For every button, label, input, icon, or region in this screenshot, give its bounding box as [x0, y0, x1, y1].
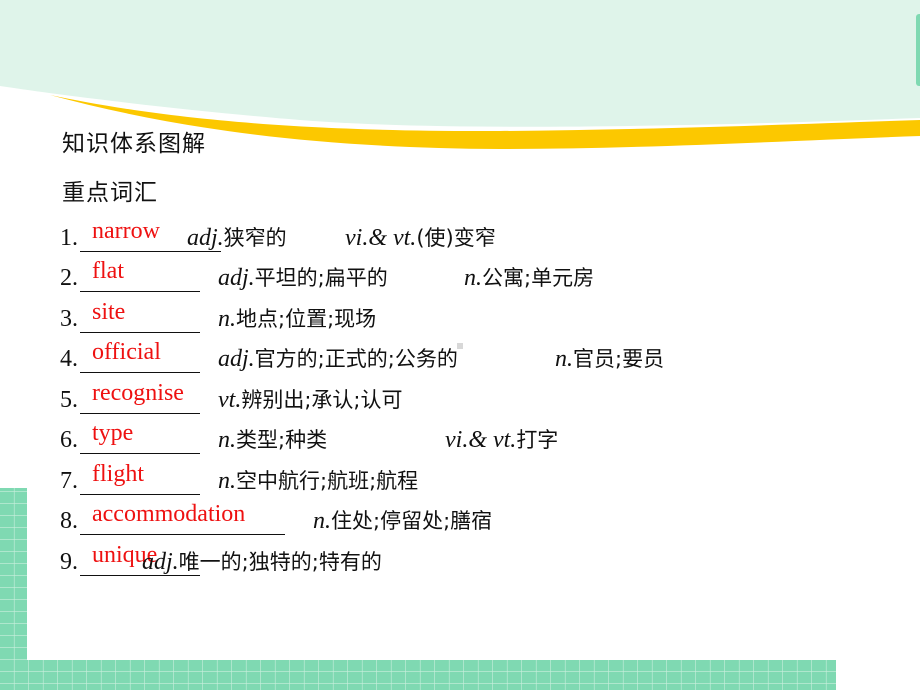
vocab-item: 4. official adj.官方的;正式的;公务的 n.官员;要员 [60, 339, 880, 377]
part-of-speech: n. [218, 427, 236, 453]
answer-blank: flight [80, 461, 200, 495]
chinese-meaning: 公寓;单元房 [482, 266, 595, 290]
part-of-speech: adj. [218, 265, 255, 291]
definition: n.公寓;单元房 [464, 262, 594, 292]
part-of-speech: vi.& vt. [445, 427, 517, 453]
definition: n.类型;种类 [218, 424, 327, 454]
item-number: 3. [60, 306, 78, 332]
definition: adj.平坦的;扁平的 [218, 262, 388, 292]
section-subtitle: 重点词汇 [62, 180, 158, 206]
answer-word: flat [92, 258, 124, 284]
definition: n.住处;停留处;膳宿 [313, 505, 492, 535]
item-number: 7. [60, 468, 78, 494]
banner-side-tab [916, 14, 920, 86]
definition: adj.唯一的;独特的;特有的 [142, 546, 382, 576]
chinese-meaning: 官方的;正式的;公务的 [254, 347, 458, 371]
part-of-speech: n. [218, 468, 236, 494]
answer-blank: type [80, 420, 200, 454]
item-number: 2. [60, 265, 78, 291]
definition: vi.& vt.打字 [445, 424, 558, 454]
definition: n.官员;要员 [555, 343, 664, 373]
chinese-meaning: 官员;要员 [573, 347, 665, 371]
part-of-speech: vt. [218, 387, 242, 413]
section-title: 知识体系图解 [62, 131, 206, 157]
part-of-speech: n. [313, 508, 331, 534]
part-of-speech: n. [464, 265, 482, 291]
part-of-speech: adj. [142, 549, 179, 575]
definition: vi.& vt.(使)变窄 [345, 222, 496, 252]
item-number: 5. [60, 387, 78, 413]
answer-word: type [92, 420, 134, 446]
vocab-item: 6. type n.类型;种类 vi.& vt.打字 [60, 420, 880, 458]
grid-left-bar [0, 488, 27, 690]
chinese-meaning: 地点;位置;现场 [236, 307, 377, 331]
definition: adj.官方的;正式的;公务的 [218, 343, 458, 373]
answer-blank: recognise [80, 380, 200, 414]
definition: vt.辨别出;承认;认可 [218, 384, 402, 414]
vocab-item: 7. flight n.空中航行;航班;航程 [60, 461, 880, 499]
chinese-meaning: 住处;停留处;膳宿 [331, 509, 493, 533]
definition: n.地点;位置;现场 [218, 303, 376, 333]
item-number: 8. [60, 508, 78, 534]
chinese-meaning: (使)变窄 [416, 226, 496, 250]
definition: adj.狭窄的 [187, 222, 287, 252]
answer-blank: official [80, 339, 200, 373]
answer-word: official [92, 339, 161, 365]
chinese-meaning: 空中航行;航班;航程 [236, 469, 419, 493]
chinese-meaning: 平坦的;扁平的 [254, 266, 388, 290]
vocab-item: 5. recognise vt.辨别出;承认;认可 [60, 380, 880, 418]
item-number: 9. [60, 549, 78, 575]
answer-word: site [92, 299, 126, 325]
vocab-item: 2. flat adj.平坦的;扁平的 n.公寓;单元房 [60, 258, 880, 296]
answer-word: flight [92, 461, 144, 487]
answer-word: recognise [92, 380, 184, 406]
answer-word: narrow [92, 218, 160, 244]
chinese-meaning: 类型;种类 [236, 428, 328, 452]
answer-blank: flat [80, 258, 200, 292]
chinese-meaning: 打字 [516, 428, 559, 452]
part-of-speech: n. [218, 306, 236, 332]
part-of-speech: vi.& vt. [345, 225, 417, 251]
part-of-speech: adj. [218, 346, 255, 372]
chinese-meaning: 狭窄的 [223, 226, 287, 250]
part-of-speech: adj. [187, 225, 224, 251]
item-number: 6. [60, 427, 78, 453]
vocab-item: 8. accommodation n.住处;停留处;膳宿 [60, 501, 880, 539]
item-number: 4. [60, 346, 78, 372]
chinese-meaning: 辨别出;承认;认可 [241, 388, 403, 412]
vocab-item: 9. unique adj.唯一的;独特的;特有的 [60, 542, 880, 580]
vocab-item: 3. site n.地点;位置;现场 [60, 299, 880, 337]
part-of-speech: n. [555, 346, 573, 372]
chinese-meaning: 唯一的;独特的;特有的 [178, 550, 382, 574]
answer-blank: site [80, 299, 200, 333]
grid-bottom-bar [0, 660, 836, 690]
answer-word: accommodation [92, 501, 246, 527]
item-number: 1. [60, 225, 78, 251]
definition: n.空中航行;航班;航程 [218, 465, 418, 495]
top-banner [0, 0, 920, 127]
answer-blank: accommodation [80, 501, 285, 535]
vocab-item: 1. narrow adj.狭窄的 vi.& vt.(使)变窄 [60, 218, 880, 256]
